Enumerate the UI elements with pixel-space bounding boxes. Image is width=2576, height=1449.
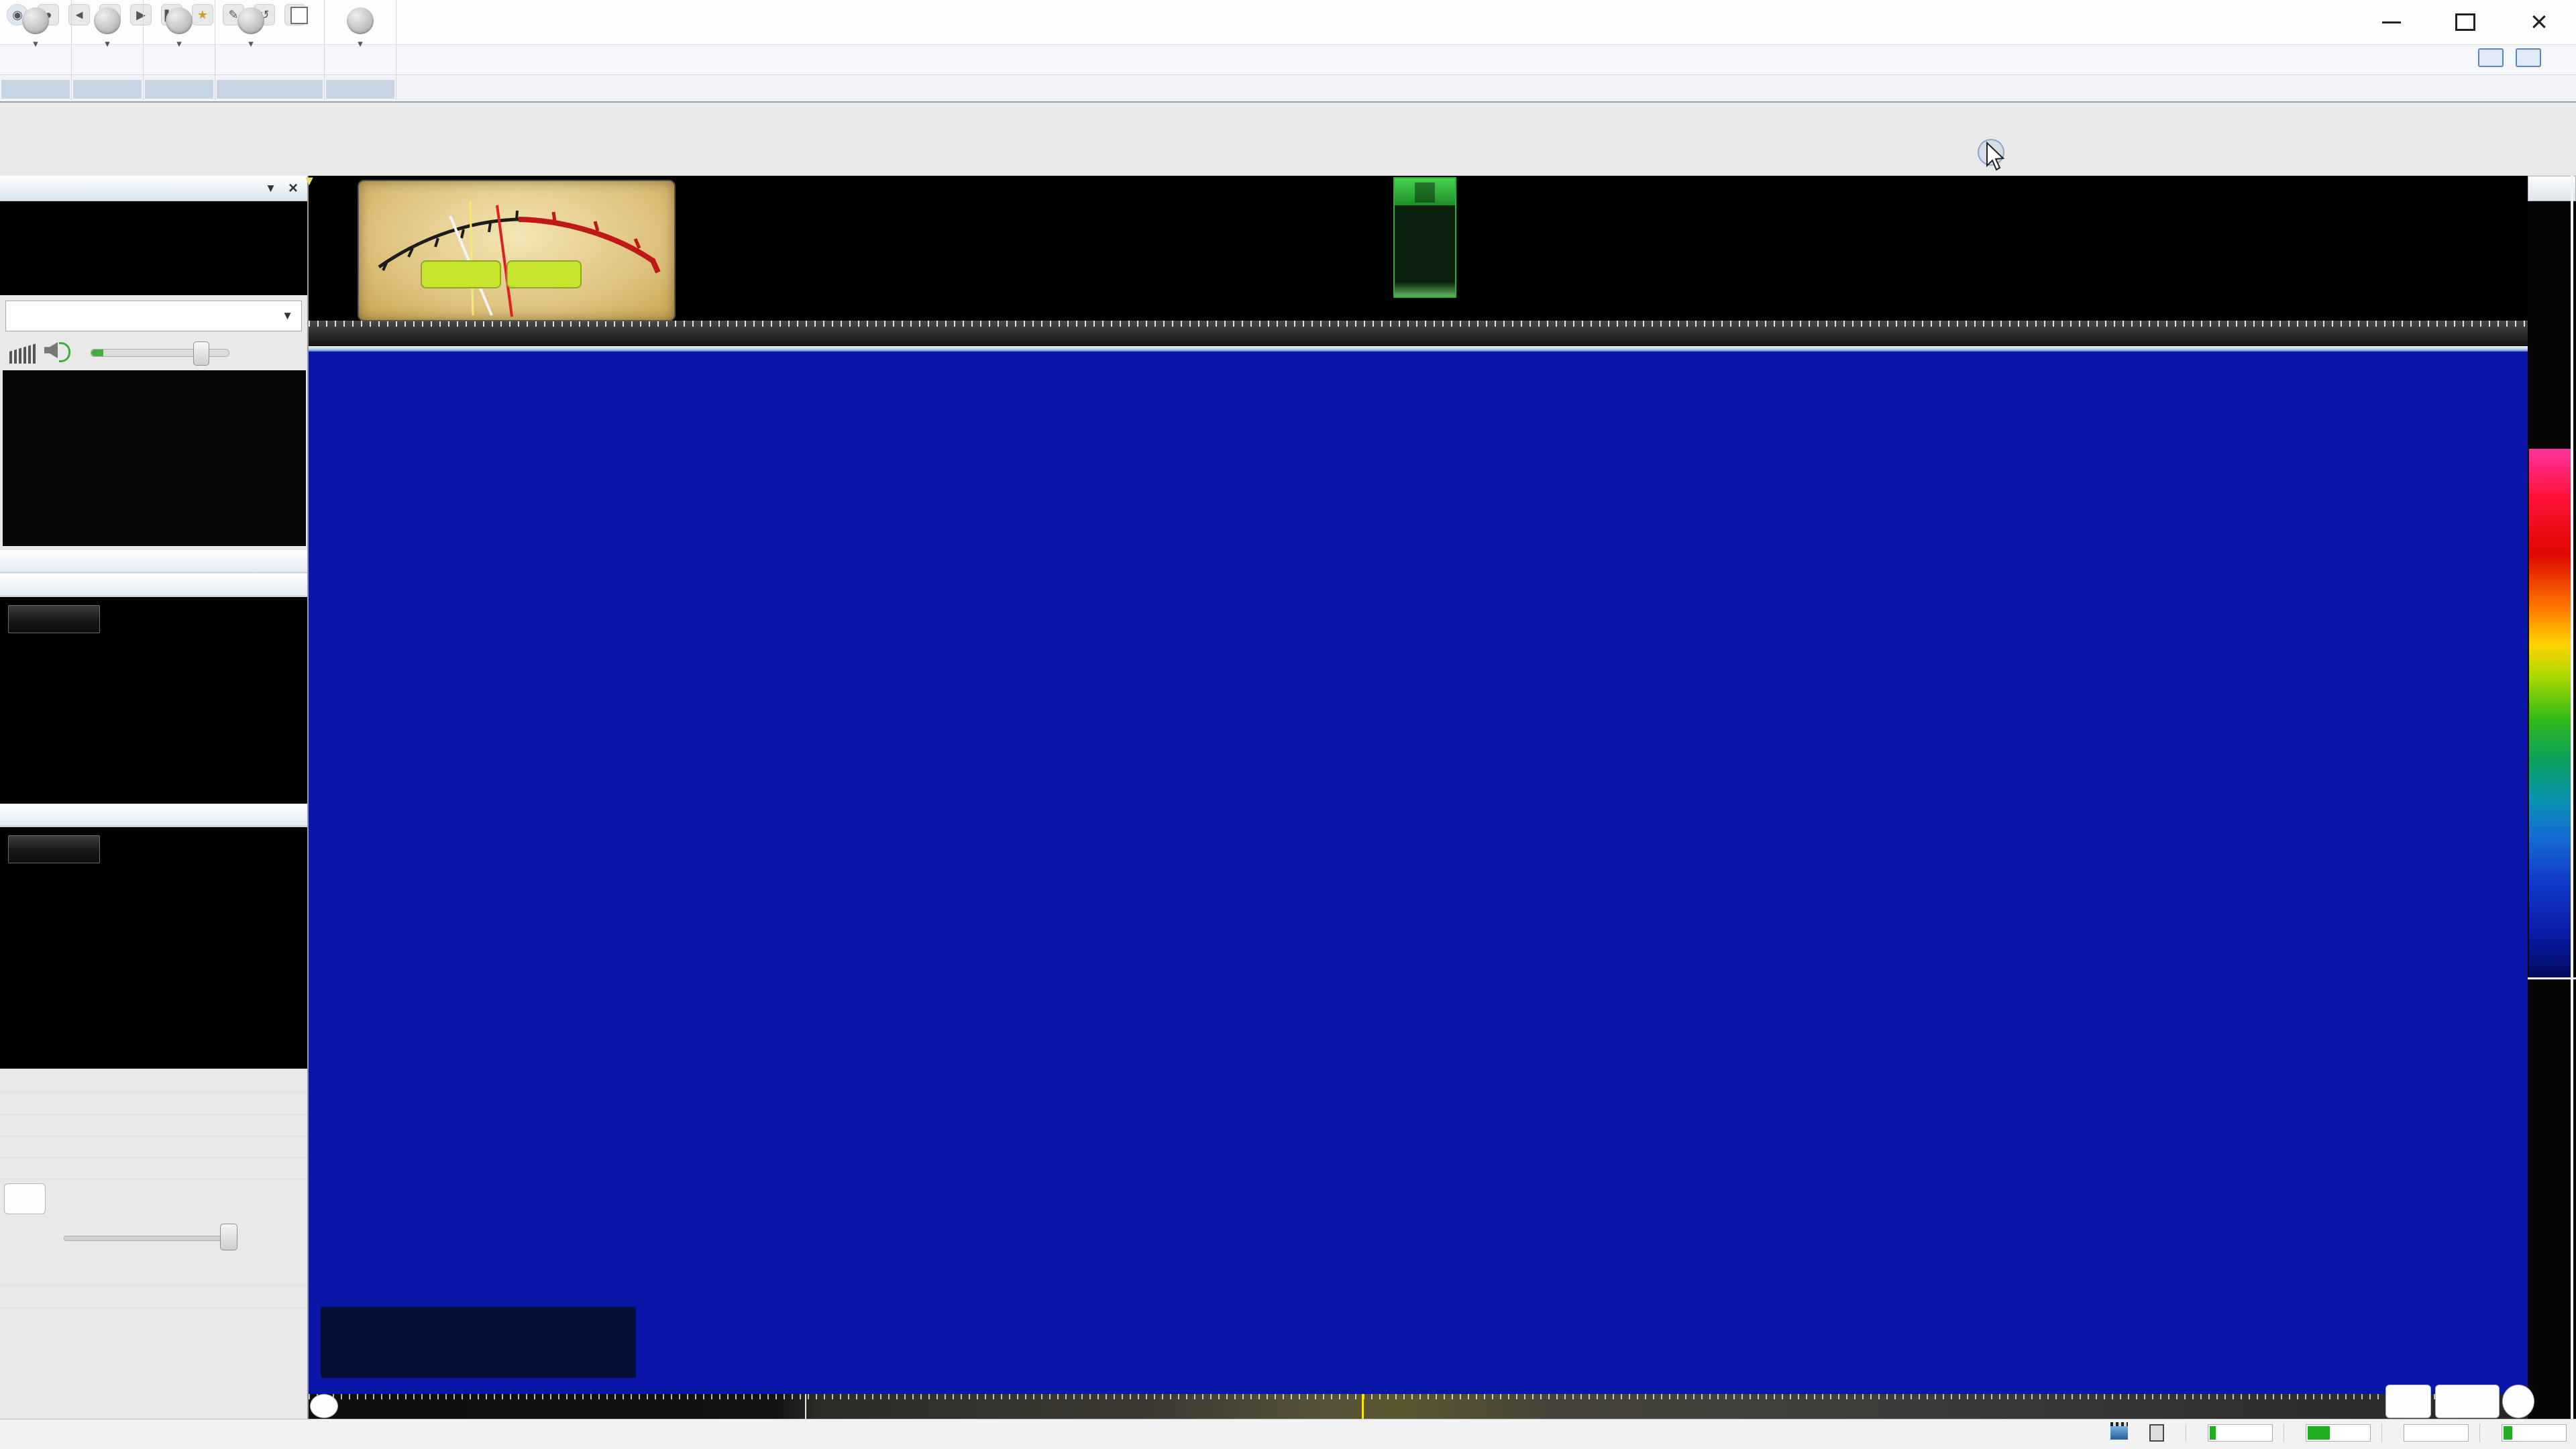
rx-marker-number (1415, 182, 1435, 203)
close-button[interactable]: × (2502, 0, 2576, 44)
ribbon-group-label (326, 80, 394, 99)
spectrum-waterfall-divider[interactable] (309, 346, 2528, 352)
window-controls: × (2355, 0, 2576, 44)
section-filter[interactable] (0, 804, 307, 826)
ribbon-button[interactable]: ▾ (330, 1, 390, 51)
sdr-console-window: ◉ ● ◄ ● ▶ ❚❚ ★ ✎ ↺ ▾ × (0, 0, 2576, 1449)
keyboard-entry-button[interactable] (2385, 1385, 2431, 1418)
waterfall-display[interactable] (309, 352, 2528, 1394)
speaker-wave-icon (59, 342, 70, 362)
spectrum-frequency-scale[interactable] (309, 321, 2528, 346)
ribbon-group-data-playback: ▾ (144, 0, 215, 100)
ribbon-group-audio: ▾ (0, 0, 72, 100)
volume-slider-fill (91, 350, 103, 356)
rx-marker-foot (1395, 282, 1455, 297)
volume-row (0, 337, 307, 370)
section-mode[interactable] (0, 574, 307, 596)
filter-button[interactable] (8, 835, 100, 863)
audio-latency-bar (2404, 1424, 2469, 1442)
scheduler-checkbox[interactable] (290, 7, 315, 24)
status-metrics (2110, 1422, 2567, 1442)
palette-tick-label (2557, 211, 2568, 212)
utc-clock (321, 1307, 636, 1378)
rx-channel-marker[interactable] (1393, 177, 1456, 298)
s-meter (358, 180, 676, 321)
section-noise-blanker[interactable] (0, 1136, 307, 1158)
waterfall-canvas[interactable] (309, 352, 2528, 1394)
mode-panel (0, 597, 307, 804)
s-meter-scale (378, 201, 661, 317)
nr-button[interactable] (4, 1183, 46, 1214)
ribbon-button-icon (235, 5, 266, 36)
buffer-size-bar (2502, 1424, 2567, 1442)
section-nr1[interactable] (0, 1158, 307, 1179)
volume-slider[interactable] (91, 341, 229, 366)
ribbon-button[interactable]: ▾ (221, 1, 281, 51)
ribbon-group-label (145, 80, 213, 99)
disk-icon (2149, 1424, 2164, 1442)
video-status-icon (2110, 1422, 2128, 1440)
receive-panel: ▼ × ▼ (0, 176, 309, 1419)
waterfall-zoom-button[interactable] (2435, 1385, 2500, 1418)
audio-scope (3, 370, 306, 546)
audio-device-select[interactable]: ▼ (5, 301, 302, 331)
display-1-icon[interactable] (2478, 48, 2504, 67)
snr-badge (506, 260, 582, 288)
cpu-usage-bar (2208, 1424, 2273, 1442)
ribbon-group-video: ▾ (325, 0, 396, 100)
ribbon-button-icon (20, 5, 51, 36)
receive-panel-header[interactable]: ▼ × (0, 176, 307, 201)
menu-right-controls (2478, 48, 2565, 67)
mouse-cursor (1978, 139, 2005, 171)
status-bar (0, 1419, 2576, 1449)
level-slider[interactable] (64, 1236, 233, 1241)
ribbon-button-icon (92, 5, 123, 36)
ribbon-group-label (73, 80, 142, 99)
section-notch[interactable] (0, 1264, 307, 1285)
checkbox-box[interactable] (290, 7, 308, 24)
nr-level-row (0, 1220, 307, 1256)
level-slider-handle[interactable] (220, 1224, 237, 1250)
scale-boundary-line (805, 1394, 806, 1419)
equalizer-icon[interactable] (9, 343, 36, 364)
ribbon-group-label (217, 80, 323, 99)
minimize-button[interactable] (2355, 0, 2428, 44)
spectrum-display[interactable] (303, 174, 2528, 321)
ribbon-group-data-scheduler: ▾ (215, 0, 325, 100)
maximize-button[interactable] (2428, 0, 2502, 44)
signal-strength-badge (421, 260, 501, 288)
section-radio[interactable] (0, 1071, 307, 1092)
section-if-display[interactable] (0, 550, 307, 573)
filter-panel (0, 827, 307, 1069)
waterfall-palette-column (2528, 176, 2576, 1419)
ribbon-button-icon (345, 5, 376, 36)
waterfall-forward-button[interactable] (2502, 1385, 2534, 1418)
rx-marker-cap[interactable] (1395, 178, 1455, 205)
waterfall-rewind-button[interactable] (310, 1394, 338, 1418)
gpu-usage-bar (2306, 1424, 2371, 1442)
ribbon-button-icon (164, 5, 195, 36)
ribbon-button[interactable]: ▾ (5, 1, 66, 51)
section-squelch[interactable] (0, 1287, 307, 1308)
ribbon-group-label (1, 80, 70, 99)
audio-waveform (3, 385, 306, 531)
frequency-display[interactable] (0, 201, 307, 295)
display-2-icon[interactable] (2516, 48, 2541, 67)
volume-slider-handle[interactable] (193, 341, 209, 366)
mode-button[interactable] (8, 605, 100, 633)
panel-dropdown-icon[interactable]: ▼ (265, 176, 276, 201)
chevron-down-icon[interactable]: ▼ (282, 301, 293, 331)
section-agc[interactable] (0, 1093, 307, 1115)
waterfall-frequency-scale[interactable] (309, 1394, 2528, 1419)
ribbon-button[interactable]: ▾ (77, 1, 138, 51)
right-edge-line (2571, 176, 2573, 1419)
section-cw[interactable] (0, 1115, 307, 1136)
palette-auto-button[interactable] (2528, 176, 2576, 201)
tuned-frequency-line (1362, 1394, 1364, 1419)
ribbon-group-data-record: ▾ (72, 0, 144, 100)
ribbon-button[interactable]: ▾ (149, 1, 209, 51)
panel-close-icon[interactable]: × (288, 176, 298, 201)
speaker-icon[interactable] (44, 342, 58, 358)
